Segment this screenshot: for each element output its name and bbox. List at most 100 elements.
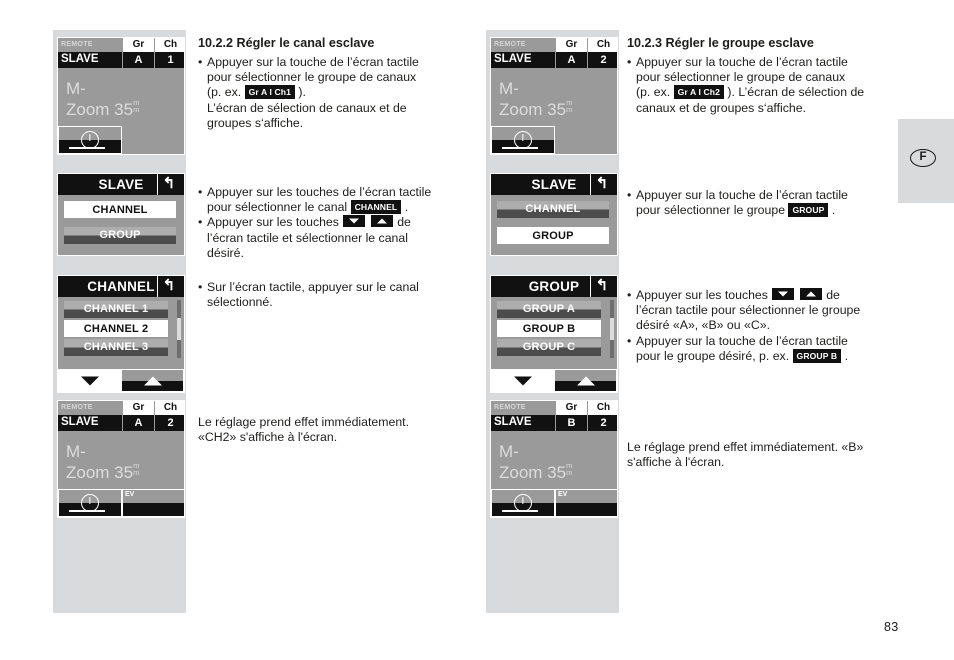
softkey-ev-label: EV [558, 491, 568, 498]
channel-value[interactable]: 2 [154, 415, 184, 431]
line: (p. ex. Gr A I Ch1 ). [207, 85, 463, 100]
line: Appuyer sur la touche de l’écran tactile [636, 188, 848, 202]
line: Appuyer sur la touche de l’écran tactile [636, 333, 848, 348]
lcd-status-screen-left-bottom: REMOTE SLAVE Gr Ch A 2 M- Zoom 35 m m EV [57, 400, 185, 518]
arrow-up-icon [370, 215, 393, 228]
line: «CH2» s'affiche à l'écran. [198, 430, 338, 445]
key-badge-group: GROUP [788, 203, 829, 218]
softkey-underline-icon [501, 146, 538, 149]
line: s'affiche à l'écran. [627, 455, 725, 470]
scrollbar-thumb[interactable] [610, 318, 614, 340]
channel-value[interactable]: 2 [587, 52, 617, 68]
softkey-underline-icon [68, 146, 105, 149]
channel-header: Ch [154, 401, 184, 415]
lcd-status-screen-right-top: REMOTE SLAVE Gr Ch A 2 M- Zoom 35 m m [490, 37, 618, 155]
line: Appuyer sur la touche de l’écran tactile [207, 55, 419, 69]
line: Appuyer sur les touches de l’écran tacti… [207, 185, 432, 199]
menu-title: SLAVE [531, 177, 577, 192]
back-arrow-icon[interactable]: ↰ [157, 276, 180, 297]
right-section-heading: 10.2.3 Régler le groupe esclave [627, 36, 814, 50]
arrow-down-icon [343, 215, 366, 228]
arrow-down-button[interactable] [491, 369, 554, 392]
softkey-row: EV [491, 489, 617, 517]
lens-readout: M- Zoom 35 m m [66, 78, 139, 120]
softkey-row: EV [58, 489, 184, 517]
arrow-up-button[interactable] [554, 369, 617, 392]
back-arrow-icon[interactable]: ↰ [157, 174, 180, 195]
softkey-ev[interactable]: EV [555, 489, 617, 517]
back-arrow-icon[interactable]: ↰ [590, 174, 613, 195]
scrollbar-thumb[interactable] [177, 318, 181, 340]
status-top-bar: REMOTE SLAVE Gr Ch A 2 [58, 401, 184, 431]
group-value[interactable]: A [122, 415, 154, 431]
line-part: pour sélectionner le canal [207, 200, 348, 215]
line: pour le groupe désiré, p. ex. GROUP B . [636, 348, 912, 364]
left-bullet-1: Appuyer sur la touche de l’écran tactile… [198, 55, 463, 131]
softkey-exposure[interactable] [58, 126, 122, 154]
softkey-ev-label: EV [125, 491, 135, 498]
softkey-ev[interactable]: EV [122, 489, 184, 517]
back-arrow-icon[interactable]: ↰ [590, 276, 613, 297]
line: Le réglage prend effet immédiatement. [198, 415, 409, 429]
lens-line-2: Zoom 35 [499, 463, 567, 482]
menu-item-channel-2[interactable]: CHANNEL 2 [64, 320, 168, 337]
scrollbar[interactable] [610, 300, 614, 358]
line: pour sélectionner le groupe de canaux [207, 70, 417, 85]
line: désiré «A», «B» ou «C». [636, 318, 770, 333]
menu-title-bar: GROUP ↰ [491, 276, 617, 297]
channel-value[interactable]: 1 [154, 52, 184, 68]
lens-unit: mm [566, 98, 573, 114]
line: pour sélectionner le groupe de canaux [636, 70, 846, 85]
group-header: Gr [555, 401, 587, 415]
menu-item-channel-1[interactable]: CHANNEL 1 [64, 301, 168, 318]
remote-label: REMOTE [58, 401, 122, 415]
mode-label: SLAVE [491, 415, 555, 431]
softkey-exposure[interactable] [58, 489, 122, 517]
bullet-item: Appuyer sur la touche de l’écran tactile… [627, 334, 912, 364]
menu-item-channel[interactable]: CHANNEL [497, 201, 609, 218]
menu-item-channel-3[interactable]: CHANNEL 3 [64, 339, 168, 356]
group-value[interactable]: B [555, 415, 587, 431]
bullet-item: Appuyer sur les touches de l’écran tacti… [198, 185, 463, 215]
softkey-exposure[interactable] [491, 489, 555, 517]
menu-item-group-a[interactable]: GROUP A [497, 301, 601, 318]
lens-line-1: M- [66, 442, 86, 461]
line-part: pour le groupe désiré, p. ex. [636, 348, 790, 363]
lcd-status-screen-left-top: REMOTE SLAVE Gr Ch A 1 M- Zoom 35 m m [57, 37, 185, 155]
group-value[interactable]: A [555, 52, 587, 68]
menu-item-group[interactable]: GROUP [497, 227, 609, 244]
remote-label: REMOTE [491, 38, 555, 52]
lens-readout: M- Zoom 35 m m [66, 441, 139, 483]
arrow-down-button[interactable] [58, 369, 121, 392]
lens-line-2: Zoom 35 [66, 100, 134, 119]
lens-readout: M- Zoom 35 m m [499, 441, 572, 483]
menu-item-group-b[interactable]: GROUP B [497, 320, 601, 337]
line-part: (p. ex. [636, 85, 671, 100]
line-part: ). [298, 85, 306, 100]
group-value[interactable]: A [122, 52, 154, 68]
bullet-item: Appuyer sur les touches de l’écran tacti… [627, 288, 912, 334]
key-badge-gr-ch: Gr A I Ch2 [673, 85, 724, 100]
menu-item-channel[interactable]: CHANNEL [64, 201, 176, 218]
line-part: . [831, 203, 836, 218]
arrow-up-button[interactable] [121, 369, 184, 392]
softkey-row [58, 126, 184, 154]
left-bullet-4: Sur l’écran tactile, appuyer sur le cana… [198, 280, 463, 310]
line-part: pour sélectionner le groupe [636, 203, 786, 218]
menu-item-group[interactable]: GROUP [64, 227, 176, 244]
left-bullet-2-3: Appuyer sur les touches de l’écran tacti… [198, 185, 463, 261]
scrollbar[interactable] [177, 300, 181, 358]
status-top-bar: REMOTE SLAVE Gr Ch B 2 [491, 401, 617, 431]
menu-item-group-c[interactable]: GROUP C [497, 339, 601, 356]
menu-title-bar: SLAVE ↰ [58, 174, 184, 195]
channel-value[interactable]: 2 [587, 415, 617, 431]
lcd-status-screen-right-bottom: REMOTE SLAVE Gr Ch B 2 M- Zoom 35 m m EV [490, 400, 618, 518]
bullet-item: Appuyer sur la touche de l’écran tactile… [198, 55, 463, 131]
arrow-down-icon [513, 376, 532, 385]
softkey-exposure[interactable] [491, 126, 555, 154]
arrow-up-icon [143, 376, 162, 385]
group-header: Gr [122, 401, 154, 415]
softkey-underline-icon [501, 509, 538, 512]
status-body: M- Zoom 35 m m [58, 68, 184, 154]
right-note: Le réglage prend effet immédiatement. «B… [627, 440, 912, 470]
